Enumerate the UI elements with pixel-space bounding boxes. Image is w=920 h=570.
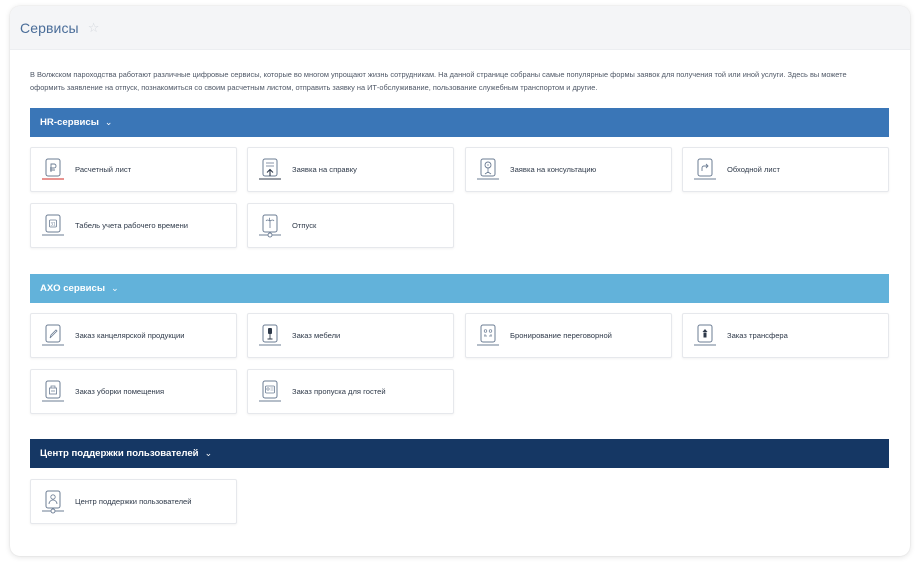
- service-tile-transfer[interactable]: Заказ трансфера: [682, 313, 889, 358]
- calendar-icon: 31: [42, 214, 64, 235]
- chevron-down-icon: ⌄: [104, 117, 113, 127]
- lamp-icon: [259, 324, 281, 345]
- section-title: АХО сервисы: [40, 283, 106, 294]
- tile-label: Центр поддержки пользователей: [75, 497, 192, 506]
- service-tile-consultation[interactable]: Заявка на консультацию: [465, 147, 672, 192]
- section-hr-header[interactable]: HR-сервисы ⌄: [30, 108, 889, 137]
- service-tile-stationery[interactable]: Заказ канцелярской продукции: [30, 313, 237, 358]
- section-title: Центр поддержки пользователей: [40, 448, 199, 459]
- chevron-down-icon: ⌄: [204, 448, 213, 458]
- tile-label: Бронирование переговорной: [510, 331, 612, 340]
- tile-label: Заявка на консультацию: [510, 165, 597, 174]
- section-title: HR-сервисы: [40, 117, 99, 128]
- service-tile-payslip[interactable]: Расчетный лист: [30, 147, 237, 192]
- intro-text: В Волжском пароходства работают различны…: [30, 70, 847, 92]
- meeting-room-icon: [477, 324, 499, 345]
- share-arrow-icon: [694, 158, 716, 179]
- document-upload-icon: [259, 158, 281, 180]
- service-tile-vacation[interactable]: Отпуск: [247, 203, 454, 248]
- tile-label: Расчетный лист: [75, 165, 132, 174]
- tile-label: Табель учета рабочего времени: [75, 221, 189, 230]
- service-tile-cleaning[interactable]: Заказ уборки помещения: [30, 369, 237, 414]
- palm-tree-icon: [259, 214, 281, 237]
- section-support-header[interactable]: Центр поддержки пользователей ⌄: [30, 439, 889, 468]
- tile-label: Заявка на справку: [292, 165, 357, 174]
- tile-label: Отпуск: [292, 221, 317, 230]
- service-tile-guest-pass[interactable]: Заказ пропуска для гостей: [247, 369, 454, 414]
- services-card: Сервисы ☆ В Волжском пароходства работаю…: [10, 6, 910, 556]
- service-tile-meeting-room[interactable]: Бронирование переговорной: [465, 313, 672, 358]
- tile-label: Заказ канцелярской продукции: [75, 331, 185, 340]
- service-tile-furniture[interactable]: Заказ мебели: [247, 313, 454, 358]
- service-tile-certificate[interactable]: Заявка на справку: [247, 147, 454, 192]
- svg-text:31: 31: [50, 221, 56, 226]
- favorite-star-icon[interactable]: ☆: [88, 20, 100, 36]
- service-tile-timesheet[interactable]: 31 Табель учета рабочего времени: [30, 203, 237, 248]
- tile-label: Заказ уборки помещения: [75, 387, 165, 396]
- service-tile-clearance[interactable]: Обходной лист: [682, 147, 889, 192]
- user-support-icon: [42, 490, 64, 513]
- service-tile-user-support[interactable]: Центр поддержки пользователей: [30, 479, 237, 524]
- tile-label: Заказ мебели: [292, 331, 341, 340]
- chevron-down-icon: ⌄: [111, 283, 119, 293]
- tile-label: Заказ пропуска для гостей: [292, 387, 386, 396]
- page-title: Сервисы: [20, 19, 79, 36]
- page-header: Сервисы ☆: [10, 6, 910, 50]
- tile-label: Заказ трансфера: [727, 331, 788, 340]
- transfer-icon: [694, 324, 716, 345]
- section-axo-header[interactable]: АХО сервисы ⌄: [30, 274, 889, 303]
- pen-icon: [42, 324, 64, 345]
- consultation-icon: [477, 158, 499, 179]
- guest-pass-icon: [259, 380, 281, 401]
- ruble-icon: [42, 158, 64, 180]
- cleaning-icon: [42, 380, 64, 401]
- tile-label: Обходной лист: [727, 165, 780, 174]
